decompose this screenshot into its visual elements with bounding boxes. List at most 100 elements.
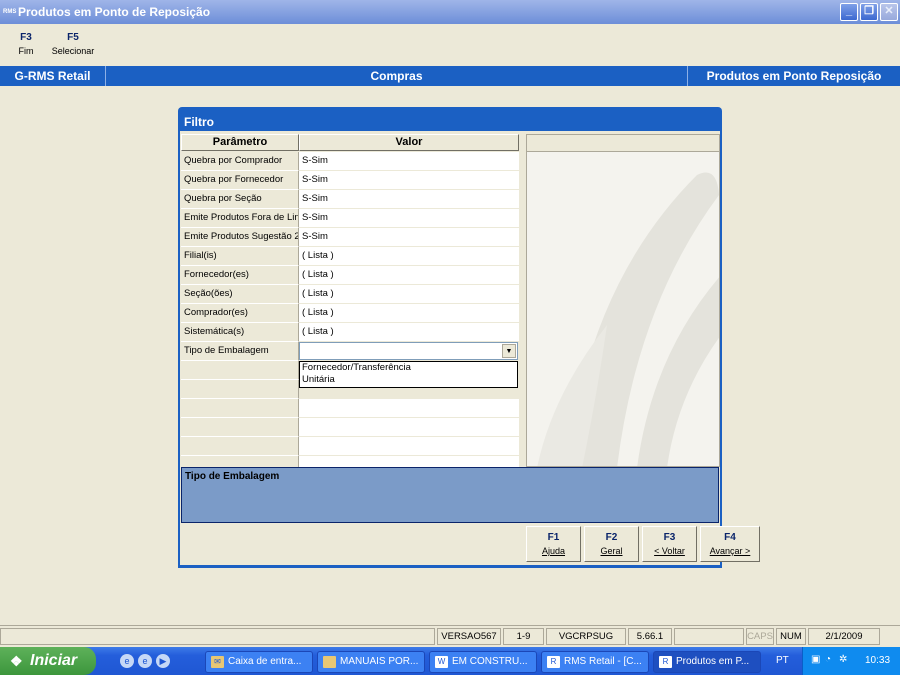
- chevron-down-icon[interactable]: ▼: [502, 344, 516, 358]
- start-button[interactable]: ❖ Iniciar: [0, 647, 96, 675]
- table-row-tipo-embalagem[interactable]: Tipo de Embalagem ▼: [181, 342, 519, 361]
- start-label: Iniciar: [30, 652, 78, 669]
- minimize-button[interactable]: _: [840, 3, 858, 21]
- taskbar-item-label: EM CONSTRU...: [452, 656, 528, 667]
- table-row[interactable]: Quebra por Comprador S-Sim: [181, 152, 519, 171]
- taskbar-item-label: Caixa de entra...: [228, 656, 302, 667]
- empty-row: [181, 361, 519, 380]
- table-row[interactable]: Fornecedor(es)( Lista ): [181, 266, 519, 285]
- value-cell: [299, 399, 519, 418]
- status-program: VGCRPSUG: [546, 628, 626, 645]
- fk-label: Selecionar: [51, 46, 95, 56]
- value-cell[interactable]: ( Lista ): [299, 266, 519, 285]
- button-key: F3: [663, 532, 676, 543]
- table-row[interactable]: Seção(ões)( Lista ): [181, 285, 519, 304]
- param-cell: Quebra por Seção: [181, 190, 299, 209]
- table-row[interactable]: Quebra por Fornecedor S-Sim: [181, 171, 519, 190]
- param-cell: Quebra por Fornecedor: [181, 171, 299, 190]
- taskbar-item-label: Produtos em P...: [676, 656, 750, 667]
- value-cell[interactable]: S-Sim: [299, 171, 519, 190]
- voltar-button[interactable]: F3 < Voltar: [642, 526, 697, 562]
- help-image-panel: [526, 134, 720, 467]
- param-cell: Quebra por Comprador: [181, 152, 299, 171]
- value-cell[interactable]: S-Sim: [299, 228, 519, 247]
- description-box: Tipo de Embalagem: [181, 467, 719, 523]
- watermark-logo: [537, 172, 719, 466]
- status-version: VERSAO567: [437, 628, 501, 645]
- param-cell: [181, 418, 299, 437]
- value-cell[interactable]: S-Sim: [299, 152, 519, 171]
- geral-button[interactable]: F2 Geral: [584, 526, 639, 562]
- browser-icon[interactable]: e: [138, 654, 152, 668]
- ajuda-button[interactable]: F1 Ajuda: [526, 526, 581, 562]
- language-indicator[interactable]: PT: [776, 655, 789, 666]
- value-cell[interactable]: S-Sim: [299, 190, 519, 209]
- taskbar-item[interactable]: W EM CONSTRU...: [429, 651, 537, 673]
- button-label: < Voltar: [654, 546, 685, 556]
- filter-dialog: Filtro Parâmetro Valor Quebra por Compra…: [178, 107, 760, 568]
- fk-label: Fim: [18, 46, 34, 56]
- maximize-button[interactable]: ❐: [860, 3, 878, 21]
- screen-name: Produtos em Ponto Reposição: [706, 69, 882, 83]
- dialog-title: Filtro: [184, 115, 214, 129]
- taskbar: ❖ Iniciar e e ▶ ✉ Caixa de entra... MANUA…: [0, 647, 900, 675]
- empty-row: [181, 399, 519, 418]
- ie-icon[interactable]: e: [120, 654, 134, 668]
- table-row[interactable]: Comprador(es)( Lista ): [181, 304, 519, 323]
- taskbar-item-label: MANUAIS POR...: [340, 656, 419, 667]
- value-cell[interactable]: ( Lista ): [299, 247, 519, 266]
- system-name: G-RMS Retail: [14, 69, 91, 83]
- param-cell: Sistemática(s): [181, 323, 299, 342]
- taskbar-item[interactable]: R RMS Retail - [C...: [541, 651, 649, 673]
- taskbar-item[interactable]: MANUAIS POR...: [317, 651, 425, 673]
- word-icon: W: [435, 656, 448, 668]
- module-name: Compras: [370, 69, 423, 83]
- media-player-icon[interactable]: ▶: [156, 654, 170, 668]
- status-release: 5.66.1: [628, 628, 672, 645]
- taskbar-item-active[interactable]: R Produtos em P...: [653, 651, 761, 673]
- status-message: [0, 628, 435, 645]
- status-blank: [674, 628, 744, 645]
- fk-selecionar-button[interactable]: F5 Selecionar: [50, 32, 96, 56]
- button-key: F2: [605, 532, 618, 543]
- param-cell: Emite Produtos Fora de Lin: [181, 209, 299, 228]
- header-bar: G-RMS Retail Compras Produtos em Ponto R…: [0, 66, 900, 86]
- value-cell[interactable]: ( Lista ): [299, 304, 519, 323]
- avancar-button[interactable]: F4 Avançar >: [700, 526, 760, 562]
- value-cell[interactable]: S-Sim: [299, 209, 519, 228]
- table-row[interactable]: Quebra por Seção S-Sim: [181, 190, 519, 209]
- button-label: Ajuda: [541, 546, 566, 556]
- clock: 10:33: [865, 655, 891, 666]
- messenger-icon[interactable]: ✲: [839, 654, 847, 665]
- table-row[interactable]: Filial(is)( Lista ): [181, 247, 519, 266]
- app-icon: RMS: [3, 9, 17, 15]
- close-button[interactable]: ✕: [880, 3, 898, 21]
- param-cell: Comprador(es): [181, 304, 299, 323]
- button-key: F1: [547, 532, 560, 543]
- windows-logo-icon: ❖: [10, 653, 23, 669]
- window-title: Produtos em Ponto de Reposição: [18, 5, 211, 19]
- param-cell: [181, 437, 299, 456]
- value-cell[interactable]: ( Lista ): [299, 323, 519, 342]
- table-row[interactable]: Sistemática(s)( Lista ): [181, 323, 519, 342]
- param-cell: Tipo de Embalagem: [181, 342, 299, 361]
- table-row[interactable]: Emite Produtos Sugestão 2 S-Sim: [181, 228, 519, 247]
- param-cell: Filial(is): [181, 247, 299, 266]
- param-cell: Fornecedor(es): [181, 266, 299, 285]
- column-header-value: Valor: [299, 134, 519, 151]
- tipo-embalagem-combo[interactable]: ▼: [299, 342, 518, 360]
- network-icon[interactable]: ▣: [811, 654, 820, 665]
- taskbar-item[interactable]: ✉ Caixa de entra...: [205, 651, 313, 673]
- fk-fim-button[interactable]: F3 Fim: [14, 32, 38, 56]
- antivirus-icon[interactable]: ◔: [825, 654, 831, 665]
- value-cell[interactable]: ( Lista ): [299, 285, 519, 304]
- column-header-param: Parâmetro: [181, 134, 299, 151]
- num-indicator: NUM: [776, 628, 806, 645]
- status-page: 1-9: [503, 628, 544, 645]
- table-row[interactable]: Emite Produtos Fora de Lin S-Sim: [181, 209, 519, 228]
- empty-row: [181, 437, 519, 456]
- folder-icon: [323, 656, 336, 668]
- param-cell: [181, 380, 299, 399]
- title-bar: RMS Produtos em Ponto de Reposição _ ❐ ✕: [0, 0, 900, 24]
- system-tray: ▣ ◔ ✲ 10:33: [802, 647, 900, 675]
